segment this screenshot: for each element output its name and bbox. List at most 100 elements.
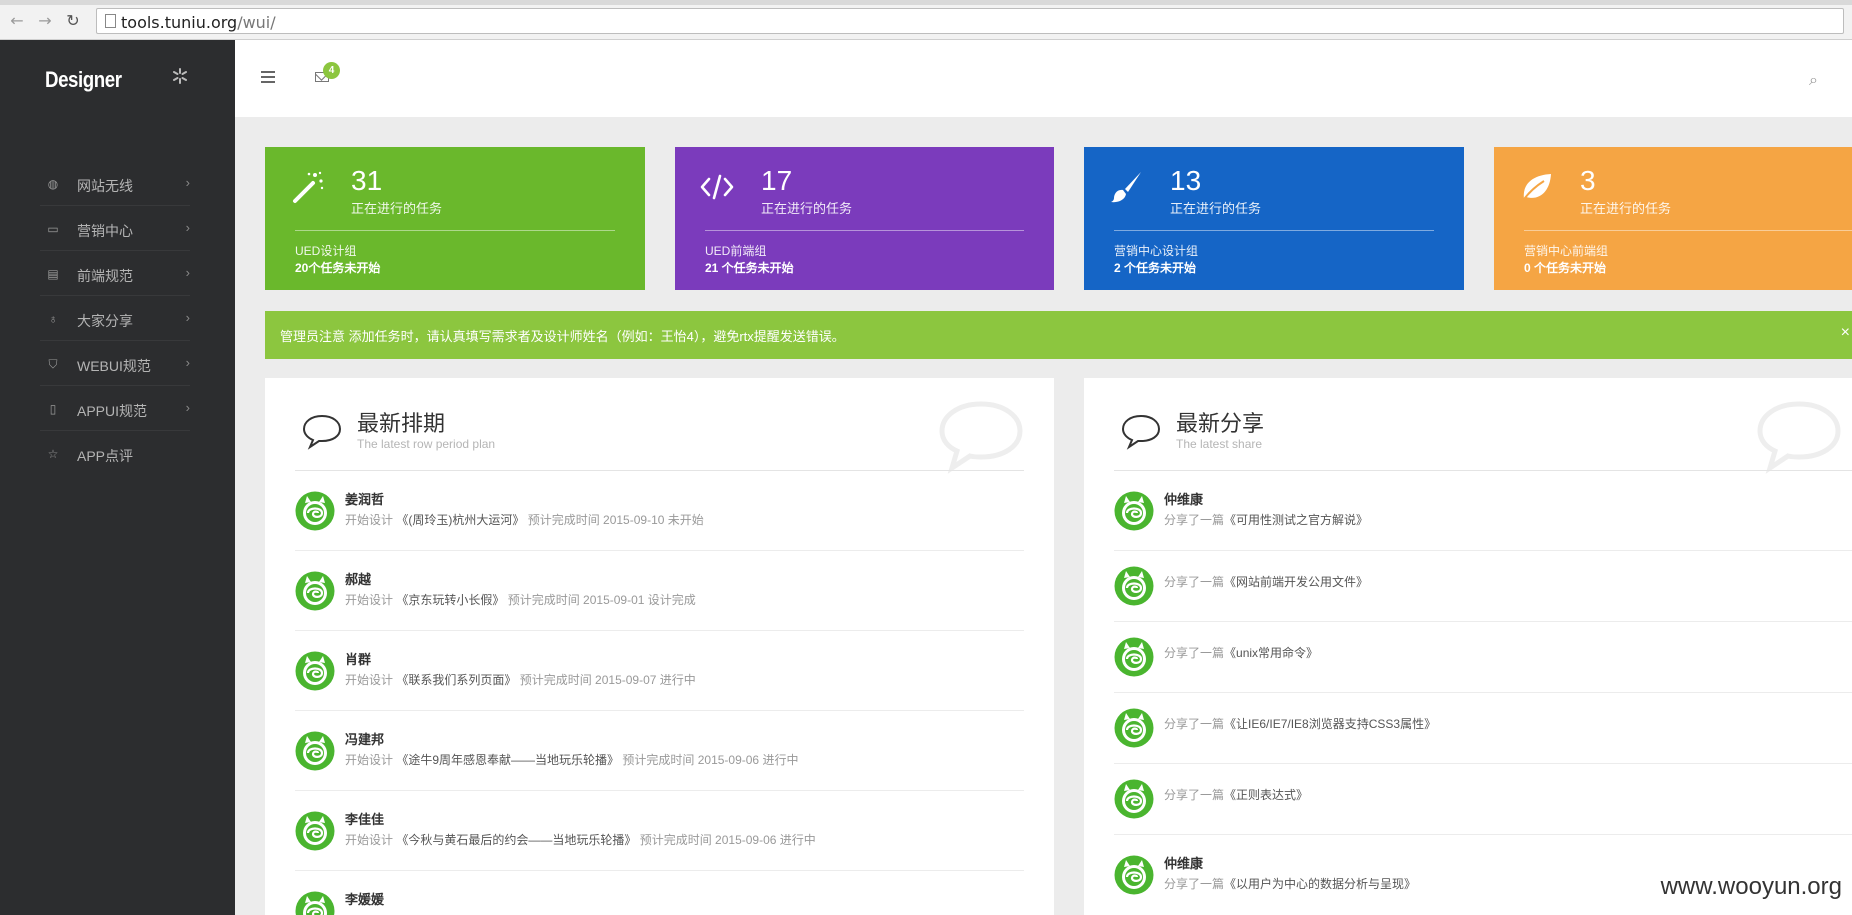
desc-suffix: 预计完成时间 2015-09-06 进行中: [639, 833, 816, 847]
speech-bubble-watermark-icon: [1757, 401, 1841, 474]
reload-icon[interactable]: ↻: [64, 12, 82, 30]
stat-pending: 0 个任务未开始: [1524, 261, 1607, 275]
schedule-row[interactable]: 肖群 开始设计 《联系我们系列页面》 预计完成时间 2015-09-07 进行中: [295, 631, 1024, 711]
search-icon[interactable]: ⌕: [1809, 70, 1818, 90]
article-link[interactable]: 《让IE6/IE7/IE8浏览器支持CSS3属性》: [1224, 717, 1436, 731]
stat-pending: 21 个任务未开始: [705, 261, 794, 275]
user-name[interactable]: 仲维康: [1164, 489, 1203, 508]
schedule-description: 开始设计 《(周玲玉)杭州大运河》 预计完成时间 2015-09-10 未开始: [345, 511, 704, 528]
desc-suffix: 预计完成时间 2015-09-06 进行中: [622, 753, 799, 767]
sidebar-item-marketing-center[interactable]: ▭ 营销中心 ›: [40, 206, 190, 251]
share-description: 分享了一篇《网站前端开发公用文件》: [1164, 573, 1368, 590]
stat-subtitle: 正在进行的任务: [761, 201, 853, 216]
user-name[interactable]: 仲维康: [1164, 853, 1203, 872]
stat-card-ued-design[interactable]: 31 正在进行的任务 UED设计组 20个任务未开始: [265, 147, 645, 290]
stat-number: 3: [1580, 165, 1596, 196]
avatar: [1114, 708, 1154, 748]
share-row[interactable]: 分享了一篇《让IE6/IE7/IE8浏览器支持CSS3属性》: [1114, 693, 1852, 764]
speech-bubble-watermark-icon: [939, 401, 1023, 474]
forward-arrow-icon[interactable]: →: [36, 12, 54, 30]
schedule-description: 开始设计 《联系我们系列页面》 预计完成时间 2015-09-07 进行中: [345, 671, 696, 688]
article-link[interactable]: 《正则表达式》: [1224, 788, 1308, 802]
desc-prefix: 分享了一篇: [1164, 788, 1225, 802]
divider: [295, 230, 615, 231]
schedule-row[interactable]: 李媛媛: [295, 871, 1024, 915]
address-bar[interactable]: tools.tuniu.org/wui/: [96, 8, 1844, 34]
schedule-description: 开始设计 《京东玩转小长假》 预计完成时间 2015-09-01 设计完成: [345, 591, 696, 608]
share-row[interactable]: 分享了一篇《unix常用命令》: [1114, 622, 1852, 693]
avatar: [1114, 779, 1154, 819]
schedule-row[interactable]: 冯建邦 开始设计 《途牛9周年感恩奉献——当地玩乐轮播》 预计完成时间 2015…: [295, 711, 1024, 791]
schedule-list: 姜润哲 开始设计 《(周玲玉)杭州大运河》 预计完成时间 2015-09-10 …: [295, 471, 1024, 915]
stat-card-marketing-design[interactable]: 13 正在进行的任务 营销中心设计组 2 个任务未开始: [1084, 147, 1464, 290]
share-row[interactable]: 仲维康 分享了一篇《可用性测试之官方解说》: [1114, 471, 1852, 551]
sidebar-item-frontend-standards[interactable]: ▤ 前端规范 ›: [40, 251, 190, 296]
schedule-row[interactable]: 李佳佳 开始设计 《今秋与黄石最后的约会——当地玩乐轮播》 预计完成时间 201…: [295, 791, 1024, 871]
stat-pending: 2 个任务未开始: [1114, 261, 1197, 275]
user-name[interactable]: 郝越: [345, 569, 371, 588]
sidebar-item-label: APP点评: [77, 448, 134, 464]
desc-prefix: 分享了一篇: [1164, 513, 1225, 527]
sidebar-item-sharing[interactable]: ♁ 大家分享 ›: [40, 296, 190, 341]
user-name[interactable]: 肖群: [345, 649, 371, 668]
sidebar-menu: ◍ 网站无线 › ▭ 营销中心 › ▤ 前端规范 › ♁ 大家分享 › ⛉ WE…: [40, 161, 190, 476]
settings-asterisk-icon[interactable]: [173, 68, 187, 89]
tab-strip: [0, 0, 1852, 5]
close-icon[interactable]: ×: [1841, 324, 1850, 342]
sidebar-item-app-review[interactable]: ☆ APP点评: [40, 431, 190, 476]
avatar: [1114, 566, 1154, 606]
desc-prefix: 开始设计: [345, 593, 394, 607]
admin-notice-alert: 管理员注意 添加任务时，请认真填写需求者及设计师姓名（例如：王怡4），避免rtx…: [265, 311, 1852, 359]
work-link[interactable]: 《京东玩转小长假》: [396, 593, 504, 607]
share-description: 分享了一篇《可用性测试之官方解说》: [1164, 511, 1368, 528]
chevron-right-icon: ›: [185, 310, 190, 325]
article-link[interactable]: 《可用性测试之官方解说》: [1224, 513, 1368, 527]
share-description: 分享了一篇《以用户为中心的数据分析与呈现》: [1164, 875, 1416, 892]
work-link[interactable]: 《途牛9周年感恩奉献——当地玩乐轮播》: [396, 753, 619, 767]
article-link[interactable]: 《以用户为中心的数据分析与呈现》: [1224, 877, 1416, 891]
user-name[interactable]: 李佳佳: [345, 809, 384, 828]
avatar: [295, 491, 335, 531]
panel-subtitle: The latest row period plan: [357, 437, 496, 451]
stat-group: 营销中心设计组: [1114, 244, 1199, 258]
work-link[interactable]: 《今秋与黄石最后的约会——当地玩乐轮播》: [396, 833, 636, 847]
avatar: [295, 811, 335, 851]
sidebar-item-appui-standards[interactable]: ▯ APPUI规范 ›: [40, 386, 190, 431]
stat-subtitle: 正在进行的任务: [1170, 201, 1262, 216]
user-name[interactable]: 冯建邦: [345, 729, 384, 748]
article-link[interactable]: 《网站前端开发公用文件》: [1224, 575, 1368, 589]
page-icon: [105, 14, 116, 28]
work-link[interactable]: 《联系我们系列页面》: [396, 673, 516, 687]
schedule-row[interactable]: 姜润哲 开始设计 《(周玲玉)杭州大运河》 预计完成时间 2015-09-10 …: [295, 471, 1024, 551]
desc-prefix: 开始设计: [345, 753, 394, 767]
paintbrush-icon: [1111, 172, 1141, 203]
stat-card-ued-frontend[interactable]: 17 正在进行的任务 UED前端组 21 个任务未开始: [675, 147, 1054, 290]
user-name[interactable]: 李媛媛: [345, 889, 384, 908]
stat-card-marketing-frontend[interactable]: 3 正在进行的任务 营销中心前端组 0 个任务未开始: [1494, 147, 1852, 290]
avatar: [295, 571, 335, 611]
menu-toggle-icon[interactable]: [261, 71, 275, 86]
chevron-right-icon: ›: [185, 265, 190, 280]
divider: [705, 230, 1024, 231]
chevron-right-icon: ›: [185, 220, 190, 235]
work-link[interactable]: 《(周玲玉)杭州大运河》: [396, 513, 524, 527]
sidebar-item-webui-standards[interactable]: ⛉ WEBUI规范 ›: [40, 341, 190, 386]
magic-wand-icon: [293, 171, 324, 203]
avatar: [295, 651, 335, 691]
sidebar-item-website-wireless[interactable]: ◍ 网站无线 ›: [40, 161, 190, 206]
share-row[interactable]: 分享了一篇《网站前端开发公用文件》: [1114, 551, 1852, 622]
schedule-row[interactable]: 郝越 开始设计 《京东玩转小长假》 预计完成时间 2015-09-01 设计完成: [295, 551, 1024, 631]
share-description: 分享了一篇《unix常用命令》: [1164, 644, 1318, 661]
user-name[interactable]: 姜润哲: [345, 489, 384, 508]
alert-text: 管理员注意 添加任务时，请认真填写需求者及设计师姓名（例如：王怡4），避免rtx…: [280, 329, 845, 344]
brand-logo[interactable]: Designer: [45, 67, 122, 93]
speech-bubble-icon: [1121, 414, 1161, 450]
sidebar-item-label: 前端规范: [77, 268, 133, 284]
share-row[interactable]: 分享了一篇《正则表达式》: [1114, 764, 1852, 835]
top-header: 4 ⌕: [235, 40, 1852, 117]
inbox-icon: ▭: [47, 222, 59, 236]
article-link[interactable]: 《unix常用命令》: [1224, 646, 1318, 660]
back-arrow-icon[interactable]: ←: [8, 12, 26, 30]
sidebar: Designer ◍ 网站无线 › ▭ 营销中心 › ▤ 前端规范 › ♁ 大家…: [0, 40, 235, 915]
star-icon: ☆: [47, 447, 59, 461]
